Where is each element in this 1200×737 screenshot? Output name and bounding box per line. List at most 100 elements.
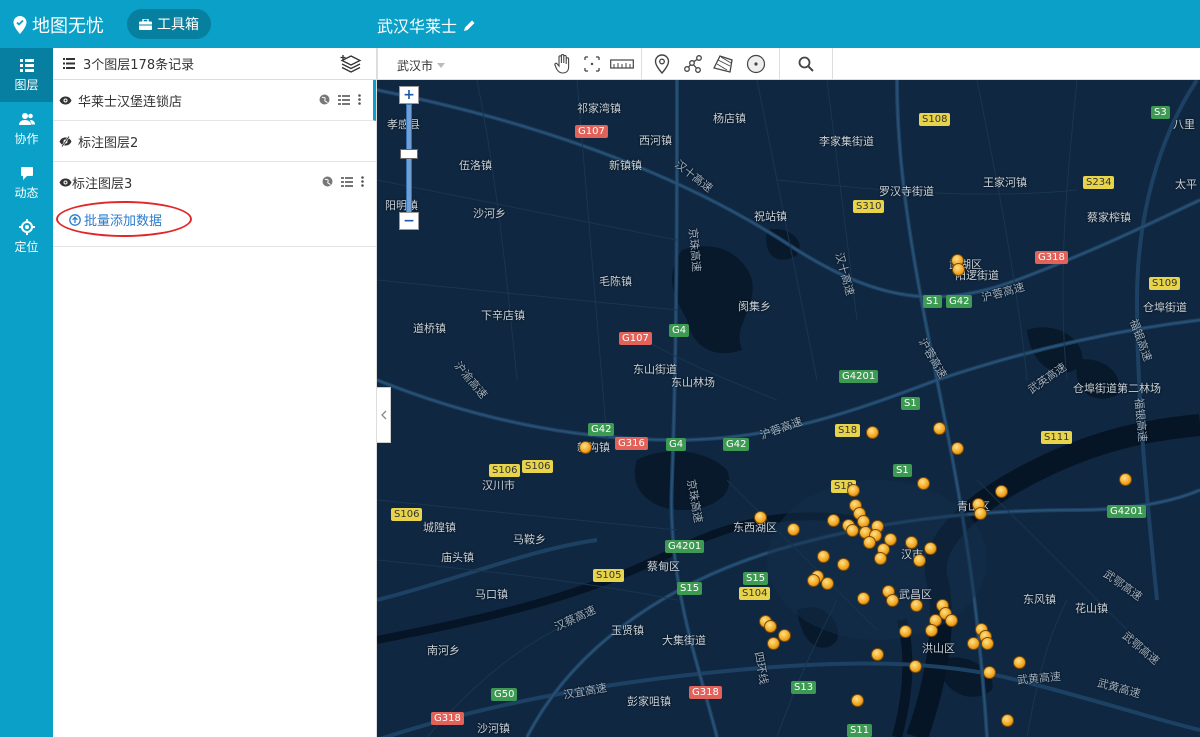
map-place-label: 李家集街道: [819, 135, 874, 148]
collapse-panel-button[interactable]: [377, 387, 391, 443]
burger-marker-icon[interactable]: [846, 524, 859, 537]
burger-marker-icon[interactable]: [967, 637, 980, 650]
burger-marker-icon[interactable]: [974, 507, 987, 520]
burger-marker-icon[interactable]: [917, 477, 930, 490]
burger-marker-icon[interactable]: [933, 422, 946, 435]
more-icon[interactable]: [358, 94, 361, 105]
burger-marker-icon[interactable]: [817, 550, 830, 563]
burger-marker-icon[interactable]: [909, 660, 922, 673]
burger-marker-icon[interactable]: [995, 485, 1008, 498]
polygon-tool[interactable]: [712, 53, 734, 75]
zoom-slider-handle[interactable]: [400, 149, 418, 159]
ruler-icon: [610, 59, 634, 69]
top-bar: 地图无忧 工具箱 武汉华莱士: [0, 0, 1200, 48]
map-place-label: 祝站镇: [754, 210, 787, 223]
eye-icon[interactable]: [59, 178, 72, 187]
burger-marker-icon[interactable]: [767, 637, 780, 650]
burger-marker-icon[interactable]: [787, 523, 800, 536]
burger-marker-icon[interactable]: [1013, 656, 1026, 669]
burger-marker-icon[interactable]: [857, 592, 870, 605]
burger-marker-icon[interactable]: [847, 484, 860, 497]
layer-item[interactable]: 标注图层3 批量添加数据: [53, 162, 376, 247]
layer-item[interactable]: 标注图层2: [53, 121, 376, 162]
road-shield: S106: [489, 464, 521, 477]
burger-marker-icon[interactable]: [871, 648, 884, 661]
zoom-out-button[interactable]: −: [399, 212, 419, 230]
layer-name: 华莱士汉堡连锁店: [78, 94, 183, 110]
zoom-slider-track[interactable]: [406, 104, 412, 214]
pencil-icon[interactable]: [463, 19, 476, 32]
map-marker-icon: [654, 54, 670, 74]
globe-icon[interactable]: [322, 176, 333, 187]
table-icon[interactable]: [341, 176, 353, 187]
more-icon[interactable]: [361, 176, 364, 187]
map-title[interactable]: 武汉华莱士: [377, 13, 476, 37]
burger-marker-icon[interactable]: [981, 637, 994, 650]
map-place-label: 洪山区: [922, 642, 955, 655]
burger-marker-icon[interactable]: [821, 577, 834, 590]
burger-marker-icon[interactable]: [913, 554, 926, 567]
burger-marker-icon[interactable]: [807, 574, 820, 587]
burger-marker-icon[interactable]: [925, 624, 938, 637]
road-shield: G316: [615, 437, 648, 450]
map-place-label: 仓埠街道第二林场: [1073, 382, 1161, 395]
layer-item[interactable]: 华莱士汉堡连锁店: [53, 80, 376, 121]
map-pin-icon: [13, 16, 27, 34]
add-layer-icon[interactable]: [340, 54, 362, 74]
burger-marker-icon[interactable]: [851, 694, 864, 707]
burger-marker-icon[interactable]: [905, 536, 918, 549]
burger-marker-icon[interactable]: [1001, 714, 1014, 727]
burger-marker-icon[interactable]: [764, 620, 777, 633]
road-shield: S104: [739, 587, 771, 600]
globe-icon[interactable]: [319, 94, 330, 105]
nav-collaborate[interactable]: 协作: [0, 102, 53, 156]
polygon-icon: [713, 55, 733, 73]
burger-marker-icon[interactable]: [945, 614, 958, 627]
burger-marker-icon[interactable]: [778, 629, 791, 642]
batch-add-data-link[interactable]: 批量添加数据: [69, 210, 162, 229]
burger-marker-icon[interactable]: [754, 511, 767, 524]
burger-marker-icon[interactable]: [579, 441, 592, 454]
burger-marker-icon[interactable]: [866, 426, 879, 439]
zoom-in-button[interactable]: +: [399, 86, 419, 104]
map-canvas[interactable]: 孝感县 祁家湾镇 杨店镇 西河镇 李家集街道 新镇镇 伍洛镇 罗汉寺街道 王家河镇 阳明镇 沙河乡祝…: [377, 80, 1200, 737]
eye-icon[interactable]: [59, 96, 72, 105]
pan-tool[interactable]: [551, 53, 573, 75]
burger-marker-icon[interactable]: [863, 536, 876, 549]
batch-add-label: 批量添加数据: [84, 214, 163, 229]
polyline-tool[interactable]: [682, 53, 704, 75]
burger-marker-icon[interactable]: [983, 666, 996, 679]
marker-tool[interactable]: [651, 53, 673, 75]
nav-locate[interactable]: 定位: [0, 210, 53, 264]
rect-select-tool[interactable]: [581, 53, 603, 75]
measure-tool[interactable]: [609, 53, 635, 75]
nav-layers[interactable]: 图层: [0, 48, 53, 102]
burger-marker-icon[interactable]: [910, 599, 923, 612]
city-select[interactable]: 武汉市: [397, 57, 446, 74]
search-button[interactable]: [795, 53, 817, 75]
toolbox-button[interactable]: 工具箱: [127, 9, 211, 39]
burger-marker-icon[interactable]: [827, 514, 840, 527]
app-logo[interactable]: 地图无忧: [12, 12, 104, 38]
road-shield: G107: [575, 125, 608, 138]
burger-marker-icon[interactable]: [924, 542, 937, 555]
burger-marker-icon[interactable]: [899, 625, 912, 638]
road-shield: G4: [666, 438, 687, 451]
list-icon: [19, 59, 34, 72]
circle-tool[interactable]: [745, 53, 767, 75]
burger-marker-icon[interactable]: [837, 558, 850, 571]
burger-marker-icon[interactable]: [874, 552, 887, 565]
map-place-label: 大集街道: [662, 634, 706, 647]
layer-name: 标注图层3: [72, 177, 133, 192]
left-nav: 图层 协作 动态 定位: [0, 48, 53, 737]
burger-marker-icon[interactable]: [886, 594, 899, 607]
road-shield: S109: [1149, 277, 1181, 290]
burger-marker-icon[interactable]: [1119, 473, 1132, 486]
nav-activity[interactable]: 动态: [0, 156, 53, 210]
eye-slash-icon[interactable]: [59, 135, 72, 147]
toolbar-divider: [377, 48, 378, 80]
burger-marker-icon[interactable]: [951, 442, 964, 455]
burger-marker-icon[interactable]: [952, 263, 965, 276]
table-icon[interactable]: [338, 94, 350, 105]
map-place-label: 八里: [1173, 118, 1195, 131]
